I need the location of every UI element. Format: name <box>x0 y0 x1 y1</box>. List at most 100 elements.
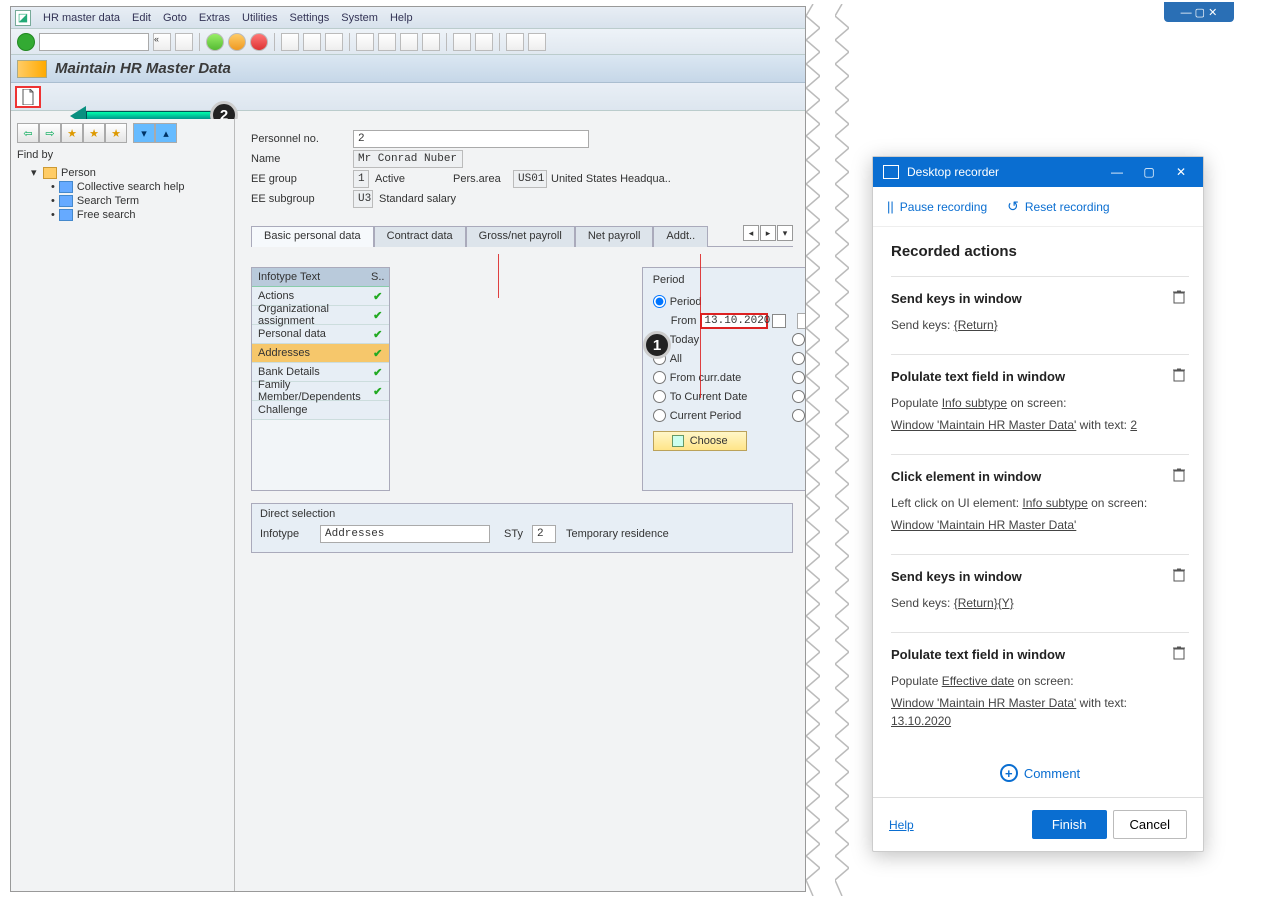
add-comment-button[interactable]: + Comment <box>891 750 1189 796</box>
tab-addt[interactable]: Addt.. <box>653 226 708 247</box>
tab-basic-personal[interactable]: Basic personal data <box>251 226 374 247</box>
command-field[interactable] <box>39 33 149 51</box>
action-title: Send keys in window <box>891 569 1189 584</box>
col-status: S.. <box>367 268 389 286</box>
tree-root-person[interactable]: ▾ Person <box>17 165 228 180</box>
delete-icon[interactable] <box>1171 567 1187 583</box>
fav-icon[interactable]: ★ <box>83 123 105 143</box>
pernr-input[interactable]: 2 <box>353 130 589 148</box>
nav-fwd-icon[interactable]: ⇨ <box>39 123 61 143</box>
menu-icon[interactable]: ◪ <box>15 10 31 26</box>
tab-scroll-left-icon[interactable]: ◂ <box>743 225 759 241</box>
cancel-icon[interactable] <box>250 33 268 51</box>
toolbar-button[interactable] <box>506 33 524 51</box>
menu-item[interactable]: Settings <box>290 12 330 24</box>
save-icon[interactable] <box>175 33 193 51</box>
pause-recording-button[interactable]: ||Pause recording <box>887 199 987 214</box>
create-button[interactable] <box>15 86 41 108</box>
radio-last-month[interactable] <box>792 390 805 403</box>
radio-curr-year[interactable] <box>792 409 805 422</box>
to-date-input[interactable] <box>797 313 805 329</box>
toolbar-button[interactable] <box>422 33 440 51</box>
infotype-row[interactable]: Challenge <box>252 401 389 420</box>
sty-input[interactable]: 2 <box>532 525 556 543</box>
cancel-button[interactable]: Cancel <box>1113 810 1187 839</box>
action-card: Send keys in windowSend keys: {Return}{Y… <box>891 554 1189 632</box>
infotype-table: Infotype Text S.. Actions✔Organizational… <box>251 267 390 491</box>
infotype-row[interactable]: Addresses✔ <box>252 344 389 363</box>
maximize-icon[interactable]: ▢ <box>1137 163 1161 181</box>
tab-scroll-right-icon[interactable]: ▸ <box>760 225 776 241</box>
recorded-actions-heading: Recorded actions <box>891 243 1189 260</box>
from-date-input[interactable]: 13.10.2020 <box>700 313 768 329</box>
left-pane: ⇦ ⇨ ★ ★ ★ ▾ ▴ Find by ▾ Person • Collect… <box>11 119 235 891</box>
period-title: Period <box>653 274 805 286</box>
person-icon <box>43 167 57 179</box>
tree-item[interactable]: • Collective search help <box>17 180 228 194</box>
calendar-icon[interactable] <box>772 314 786 328</box>
radio-period[interactable] <box>653 295 666 308</box>
menu-item[interactable]: HR master data <box>43 12 120 24</box>
menu-item[interactable]: Help <box>390 12 413 24</box>
tab-net-payroll[interactable]: Net payroll <box>575 226 654 247</box>
expand-icon[interactable]: ▾ <box>133 123 155 143</box>
ok-icon[interactable] <box>17 33 35 51</box>
persarea-label: Pers.area <box>453 173 513 185</box>
annotation-line <box>498 254 499 298</box>
menu-item[interactable]: Edit <box>132 12 151 24</box>
fav-icon[interactable]: ★ <box>105 123 127 143</box>
radio-curr-week[interactable] <box>792 333 805 346</box>
finish-button[interactable]: Finish <box>1032 810 1107 839</box>
radio-current-period[interactable] <box>653 409 666 422</box>
menu-item[interactable]: Utilities <box>242 12 277 24</box>
radio-curr-month[interactable] <box>792 352 805 365</box>
radio-from-curr[interactable] <box>653 371 666 384</box>
collapse-icon[interactable]: ▴ <box>155 123 177 143</box>
toolbar-button[interactable] <box>303 33 321 51</box>
toolbar-button[interactable] <box>356 33 374 51</box>
tree-item[interactable]: • Free search <box>17 208 228 222</box>
delete-icon[interactable] <box>1171 367 1187 383</box>
tree-label: Person <box>61 167 96 179</box>
delete-icon[interactable] <box>1171 467 1187 483</box>
toolbar-button[interactable] <box>528 33 546 51</box>
reset-recording-button[interactable]: ↺Reset recording <box>1007 198 1109 215</box>
delete-icon[interactable] <box>1171 289 1187 305</box>
menu-item[interactable]: Extras <box>199 12 230 24</box>
choose-button[interactable]: Choose <box>653 431 747 451</box>
menu-item[interactable]: Goto <box>163 12 187 24</box>
close-icon[interactable]: ✕ <box>1169 163 1193 181</box>
direct-sel-title: Direct selection <box>260 508 784 520</box>
exit-icon[interactable] <box>228 33 246 51</box>
recorder-toolbar: ||Pause recording ↺Reset recording <box>873 187 1203 227</box>
toolbar-button[interactable] <box>400 33 418 51</box>
pernr-label: Personnel no. <box>251 133 353 145</box>
minimize-icon[interactable]: — <box>1105 163 1129 181</box>
nav-back-icon[interactable]: ⇦ <box>17 123 39 143</box>
radio-last-week[interactable] <box>792 371 805 384</box>
os-window-controls[interactable]: — ▢ ✕ <box>1164 2 1234 22</box>
infotype-row[interactable]: Family Member/Dependents✔ <box>252 382 389 401</box>
back-icon[interactable] <box>206 33 224 51</box>
fav-icon[interactable]: ★ <box>61 123 83 143</box>
menu-item[interactable]: System <box>341 12 378 24</box>
toolbar-button[interactable] <box>475 33 493 51</box>
help-link[interactable]: Help <box>889 818 914 832</box>
infotype-row[interactable]: Personal data✔ <box>252 325 389 344</box>
toolbar-button[interactable]: « <box>153 33 171 51</box>
toolbar-button[interactable] <box>378 33 396 51</box>
infotype-row[interactable]: Organizational assignment✔ <box>252 306 389 325</box>
delete-icon[interactable] <box>1171 645 1187 661</box>
toolbar-button[interactable] <box>325 33 343 51</box>
tab-contract[interactable]: Contract data <box>374 226 466 247</box>
callout-1: 1 <box>643 331 671 359</box>
infotype-input[interactable]: Addresses <box>320 525 490 543</box>
tree-item[interactable]: • Search Term <box>17 194 228 208</box>
direct-selection: Direct selection Infotype Addresses STy … <box>251 503 793 553</box>
radio-to-curr[interactable] <box>653 390 666 403</box>
tab-gross-net[interactable]: Gross/net payroll <box>466 226 575 247</box>
toolbar-button[interactable] <box>281 33 299 51</box>
tab-list-icon[interactable]: ▾ <box>777 225 793 241</box>
title-icon <box>17 60 47 78</box>
toolbar-button[interactable] <box>453 33 471 51</box>
